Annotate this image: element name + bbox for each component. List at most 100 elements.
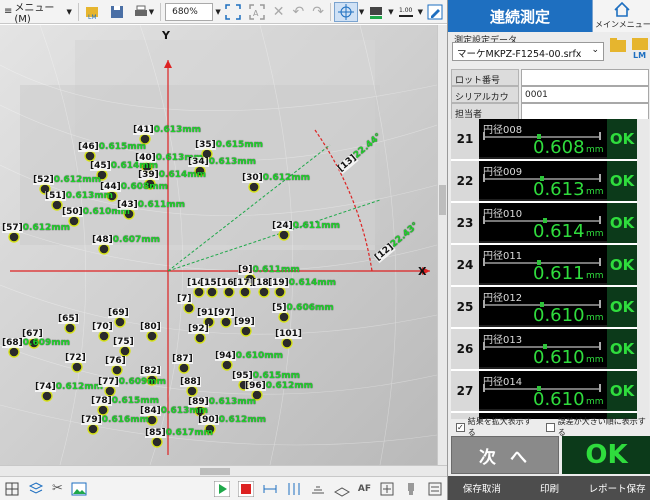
light-button[interactable] [307, 479, 329, 499]
result-row[interactable]: 24 円径011 0.611 mm OK [451, 245, 637, 285]
hole-marker[interactable] [104, 385, 116, 397]
color-button[interactable] [365, 2, 387, 22]
print-button[interactable]: ▼ [130, 2, 157, 22]
menu-button[interactable]: ≡ メニュー(M) ▼ [1, 2, 75, 25]
focus-button[interactable] [376, 479, 398, 499]
hole-measurement-label[interactable]: [94]0.610mm [215, 351, 283, 361]
hole-measurement-label[interactable]: [30]0.612mm [242, 173, 310, 183]
line-width-button[interactable]: 1.00 [395, 2, 417, 22]
hole-measurement-label[interactable]: [35]0.615mm [195, 140, 263, 150]
result-row[interactable]: 21 円径008 0.608 mm OK [451, 119, 637, 159]
settings-button[interactable] [424, 479, 446, 499]
cancel-save-button[interactable]: 保存取消 [448, 481, 516, 495]
result-row[interactable]: 26 円径013 0.610 mm OK [451, 329, 637, 369]
chevron-down-icon[interactable]: ▼ [418, 8, 423, 16]
measure-tool-button[interactable] [259, 479, 281, 499]
delete-button[interactable]: ✕ [270, 2, 288, 22]
chevron-down-icon[interactable]: ▼ [215, 8, 220, 16]
hole-measurement-label[interactable]: [88] [180, 377, 201, 387]
hole-measurement-label[interactable]: [34]0.613mm [188, 157, 256, 167]
hole-measurement-label[interactable]: [79]0.616mm [81, 415, 149, 425]
hole-marker[interactable] [84, 150, 96, 162]
results-list[interactable]: 21 円径008 0.608 mm OK 22 円径009 0.613 mm OK 23 円径010 0… [451, 119, 649, 419]
hole-measurement-label[interactable]: [72] [65, 353, 86, 363]
hole-marker[interactable] [206, 286, 218, 298]
hole-marker[interactable] [71, 361, 83, 373]
hole-measurement-label[interactable]: [65] [58, 314, 79, 324]
hole-measurement-label[interactable]: [7] [177, 294, 192, 304]
hole-marker[interactable] [41, 390, 53, 402]
hole-measurement-label[interactable]: [77]0.609mm [98, 377, 166, 387]
crosshair-button[interactable] [333, 1, 358, 22]
autofocus-button[interactable]: AF [355, 479, 374, 499]
main-menu-button[interactable]: メインメニュー [592, 0, 650, 32]
hole-marker[interactable] [278, 311, 290, 323]
hole-measurement-label[interactable]: [52]0.612mm [33, 175, 101, 185]
hole-measurement-label[interactable]: [57]0.612mm [2, 223, 70, 233]
layers-button[interactable] [25, 479, 47, 499]
stop-button[interactable] [235, 479, 257, 499]
hole-measurement-label[interactable]: [90]0.612mm [198, 415, 266, 425]
error-order-checkbox[interactable] [546, 422, 555, 432]
hole-measurement-label[interactable]: [70] [92, 322, 113, 332]
result-row[interactable]: 27 円径014 0.610 mm OK [451, 371, 637, 411]
canvas-vertical-scrollbar[interactable] [437, 25, 447, 465]
hole-marker[interactable] [119, 345, 131, 357]
hole-measurement-label[interactable]: [101] [275, 329, 303, 339]
lot-number-input[interactable] [521, 69, 649, 86]
hole-marker[interactable] [98, 330, 110, 342]
hole-measurement-label[interactable]: [19]0.614mm [268, 278, 336, 288]
operator-input[interactable] [521, 103, 649, 120]
hole-marker[interactable] [193, 286, 205, 298]
result-row[interactable]: 23 円径010 0.614 mm OK [451, 203, 637, 243]
play-button[interactable] [211, 479, 233, 499]
results-scrollbar[interactable] [637, 119, 649, 419]
hole-measurement-label[interactable]: [43]0.611mm [117, 200, 185, 210]
hole-marker[interactable] [186, 385, 198, 397]
hole-measurement-label[interactable]: [80] [140, 322, 161, 332]
fit-view-button[interactable] [222, 2, 244, 22]
hole-marker[interactable] [248, 181, 260, 193]
hole-marker[interactable] [97, 404, 109, 416]
open-folder-icon[interactable] [608, 35, 628, 59]
chevron-down-icon[interactable]: ▼ [388, 8, 393, 16]
hole-marker[interactable] [68, 215, 80, 227]
hole-marker[interactable] [98, 243, 110, 255]
hole-marker[interactable] [221, 359, 233, 371]
hole-marker[interactable] [183, 302, 195, 314]
save-button[interactable] [106, 2, 128, 22]
print-report-button[interactable]: 印刷 [516, 481, 584, 495]
hole-measurement-label[interactable]: [92] [188, 324, 209, 334]
lm-folder-icon[interactable]: LM [630, 35, 650, 59]
hole-measurement-label[interactable]: [41]0.613mm [133, 125, 201, 135]
chevron-down-icon[interactable]: ▼ [359, 8, 364, 16]
hole-measurement-label[interactable]: [85]0.617mm [145, 428, 213, 438]
hole-measurement-label[interactable]: [87] [172, 354, 193, 364]
hole-marker[interactable] [87, 423, 99, 435]
hole-measurement-label[interactable]: [78]0.615mm [91, 396, 159, 406]
hole-measurement-label[interactable]: [95]0.615mm [232, 371, 300, 381]
edit-button[interactable] [424, 2, 446, 22]
hole-marker[interactable] [111, 364, 123, 376]
cut-button[interactable]: ✂ [49, 479, 66, 499]
hole-marker[interactable] [178, 362, 190, 374]
hole-measurement-label[interactable]: [82] [140, 366, 161, 376]
hole-marker[interactable] [64, 322, 76, 334]
lm-load-button[interactable]: LM [82, 2, 104, 22]
stage-button[interactable] [331, 479, 353, 499]
redo-button[interactable]: ↷ [309, 2, 327, 22]
hole-marker[interactable] [281, 337, 293, 349]
next-button[interactable]: 次 へ [451, 436, 559, 474]
hole-measurement-label[interactable]: [24]0.611mm [272, 221, 340, 231]
hole-measurement-label[interactable]: [39]0.614mm [138, 170, 206, 180]
report-save-button[interactable]: レポート保存 [583, 481, 650, 495]
hole-measurement-label[interactable]: [46]0.615mm [78, 142, 146, 152]
settings-file-select[interactable]: マーケMKPZ-F1254-00.srfx ⌄ [452, 42, 604, 61]
result-row[interactable]: 22 円径009 0.613 mm OK [451, 161, 637, 201]
hole-marker[interactable] [51, 199, 63, 211]
hole-measurement-label[interactable]: [75] [113, 337, 134, 347]
hole-marker[interactable] [278, 229, 290, 241]
hole-marker[interactable] [223, 286, 235, 298]
image-button[interactable] [68, 479, 90, 499]
hole-measurement-label[interactable]: [99] [234, 317, 255, 327]
